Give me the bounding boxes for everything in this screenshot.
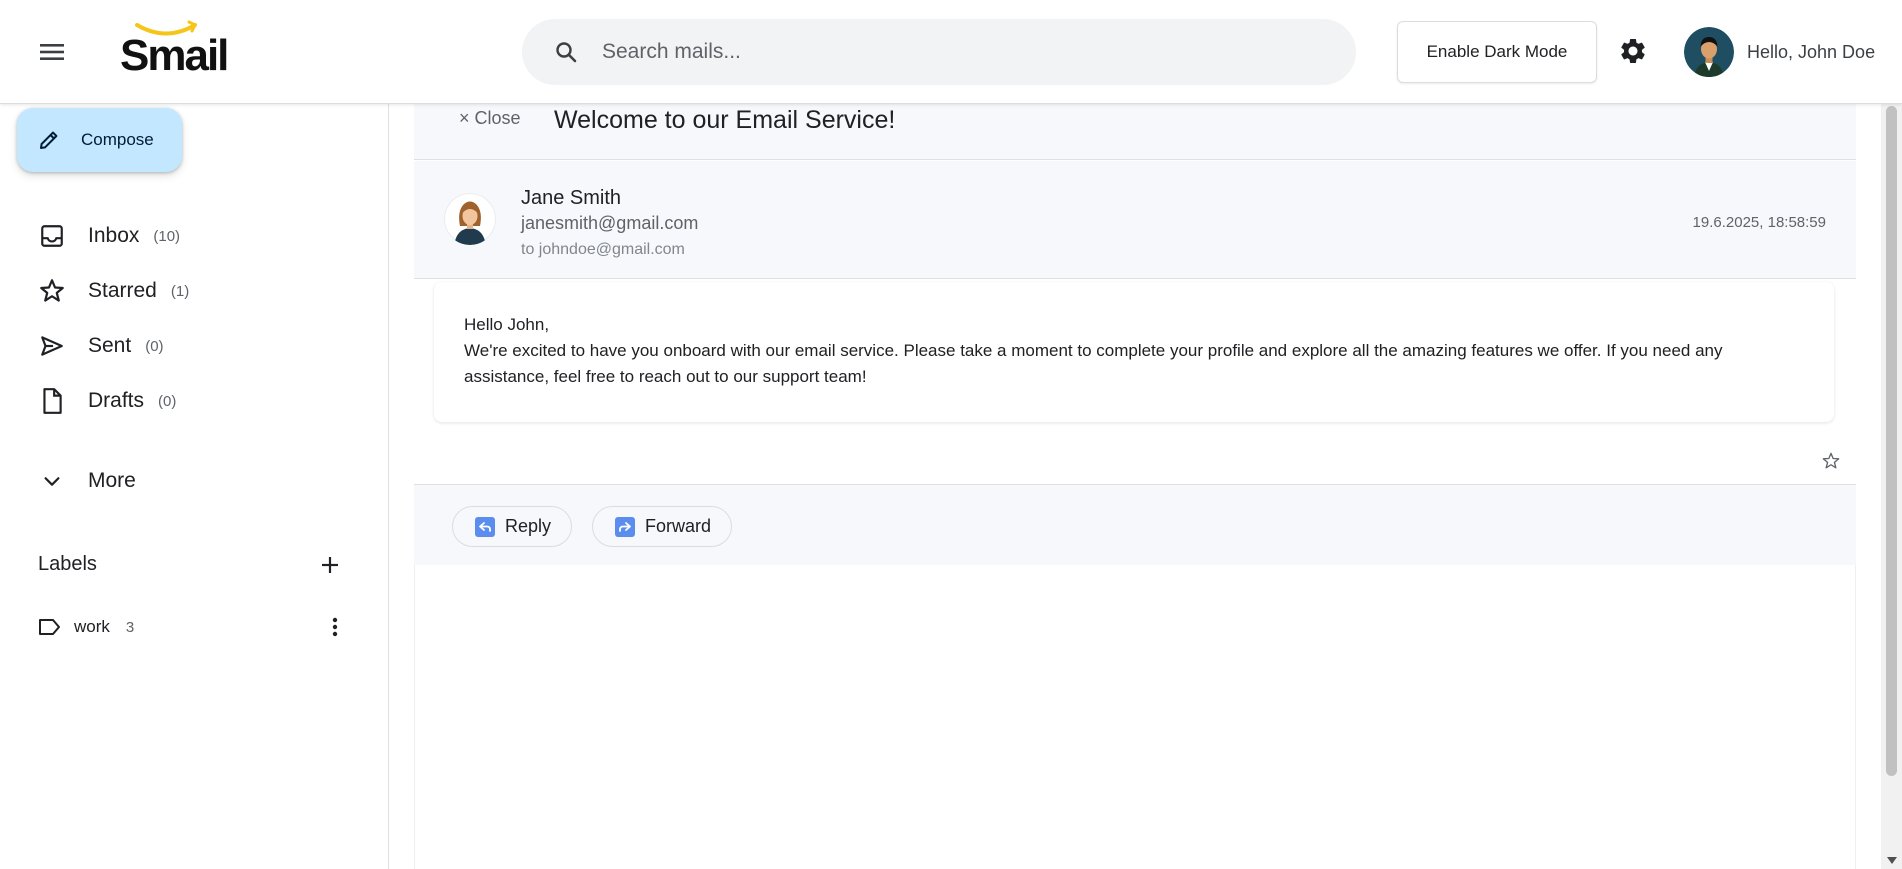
- add-label-button[interactable]: [316, 551, 344, 579]
- sidebar-item-label: Sent: [88, 334, 132, 357]
- sidebar-item-count: (0): [145, 337, 164, 355]
- gear-icon: [1621, 38, 1645, 63]
- user-avatar[interactable]: [1684, 27, 1734, 77]
- pencil-icon: [40, 131, 58, 149]
- sidebar-item-starred[interactable]: Starred (1): [38, 275, 189, 307]
- mail-lower-area: [414, 565, 1856, 869]
- compose-button[interactable]: Compose: [17, 108, 182, 172]
- sidebar-item-count: (10): [153, 227, 181, 245]
- search-icon[interactable]: [552, 38, 580, 66]
- mail-actions: Reply Forward: [414, 484, 1856, 565]
- star-mail-button[interactable]: [1818, 448, 1844, 474]
- draft-icon: [38, 387, 66, 415]
- user-greeting: Hello, John Doe: [1747, 42, 1876, 62]
- mail-app: Smail Enable Dark Mode: [0, 0, 1902, 869]
- label-count: 3: [125, 618, 135, 636]
- inbox-icon: [38, 222, 66, 250]
- plus-icon: [322, 557, 338, 573]
- sidebar-item-count: (1): [170, 282, 190, 300]
- forward-icon: [615, 516, 635, 537]
- label-tag-icon: [39, 619, 60, 635]
- forward-button[interactable]: Forward: [592, 506, 733, 547]
- label-item-work[interactable]: work 3: [38, 612, 348, 642]
- star-outline-icon: [1822, 452, 1840, 469]
- sidebar-item-inbox[interactable]: Inbox (10): [38, 220, 180, 252]
- sender-email: janesmith@gmail.com: [521, 213, 699, 233]
- close-mail-button[interactable]: × Close: [459, 108, 521, 129]
- scroll-down-arrow-icon[interactable]: [1885, 854, 1898, 867]
- compose-label: Compose: [81, 130, 154, 149]
- mail-timestamp: 19.6.2025, 18:58:59: [1692, 214, 1826, 231]
- sender-name: Jane Smith: [521, 187, 622, 209]
- label-name: work: [74, 617, 110, 636]
- mail-greeting-line: Hello John,: [464, 315, 550, 334]
- sidebar-more-toggle[interactable]: More: [38, 465, 136, 497]
- sidebar-more-label: More: [88, 469, 136, 492]
- mail-view: × Close Welcome to our Email Service! Ja…: [389, 104, 1881, 869]
- mail-body: Hello John, We're excited to have you on…: [434, 282, 1834, 422]
- search-input[interactable]: [602, 40, 1322, 64]
- page-scrollbar[interactable]: [1881, 104, 1902, 869]
- sidebar-item-sent[interactable]: Sent (0): [38, 330, 164, 362]
- labels-heading: Labels: [38, 553, 97, 575]
- logo-text: Smail: [120, 31, 229, 80]
- mail-header: × Close Welcome to our Email Service!: [414, 104, 1856, 160]
- scrollbar-thumb[interactable]: [1886, 106, 1897, 776]
- menu-icon: [40, 44, 64, 60]
- top-bar: Smail Enable Dark Mode: [0, 0, 1902, 104]
- search-bar[interactable]: [522, 19, 1356, 85]
- sidebar-item-drafts[interactable]: Drafts (0): [38, 385, 176, 417]
- reply-icon: [475, 516, 495, 537]
- settings-button[interactable]: [1618, 36, 1650, 68]
- mail-subject: Welcome to our Email Service!: [554, 106, 896, 134]
- sidebar-item-label: Inbox: [88, 224, 140, 247]
- enable-dark-mode-button[interactable]: Enable Dark Mode: [1397, 21, 1597, 83]
- sender-avatar: [444, 193, 496, 245]
- sidebar-item-label: Drafts: [88, 389, 145, 412]
- star-icon: [38, 277, 66, 305]
- label-options-button[interactable]: [322, 614, 348, 640]
- sender-info: Jane Smith janesmith@gmail.com to johndo…: [414, 161, 1856, 279]
- mail-body-text: We're excited to have you onboard with o…: [464, 341, 1723, 386]
- forward-label: Forward: [645, 516, 712, 536]
- chevron-down-icon: [38, 467, 66, 495]
- recipient-line: to johndoe@gmail.com: [521, 241, 685, 258]
- reply-label: Reply: [505, 516, 552, 536]
- sidebar-item-label: Starred: [88, 279, 157, 302]
- send-icon: [38, 332, 66, 360]
- reply-button[interactable]: Reply: [452, 506, 573, 547]
- sidebar-item-count: (0): [158, 392, 177, 410]
- sidebar: Compose Inbox (10) Starred (1) Sent (0) …: [0, 104, 389, 869]
- main-menu-button[interactable]: [30, 30, 74, 74]
- more-vertical-icon: [332, 617, 338, 637]
- smail-logo[interactable]: Smail: [116, 20, 229, 80]
